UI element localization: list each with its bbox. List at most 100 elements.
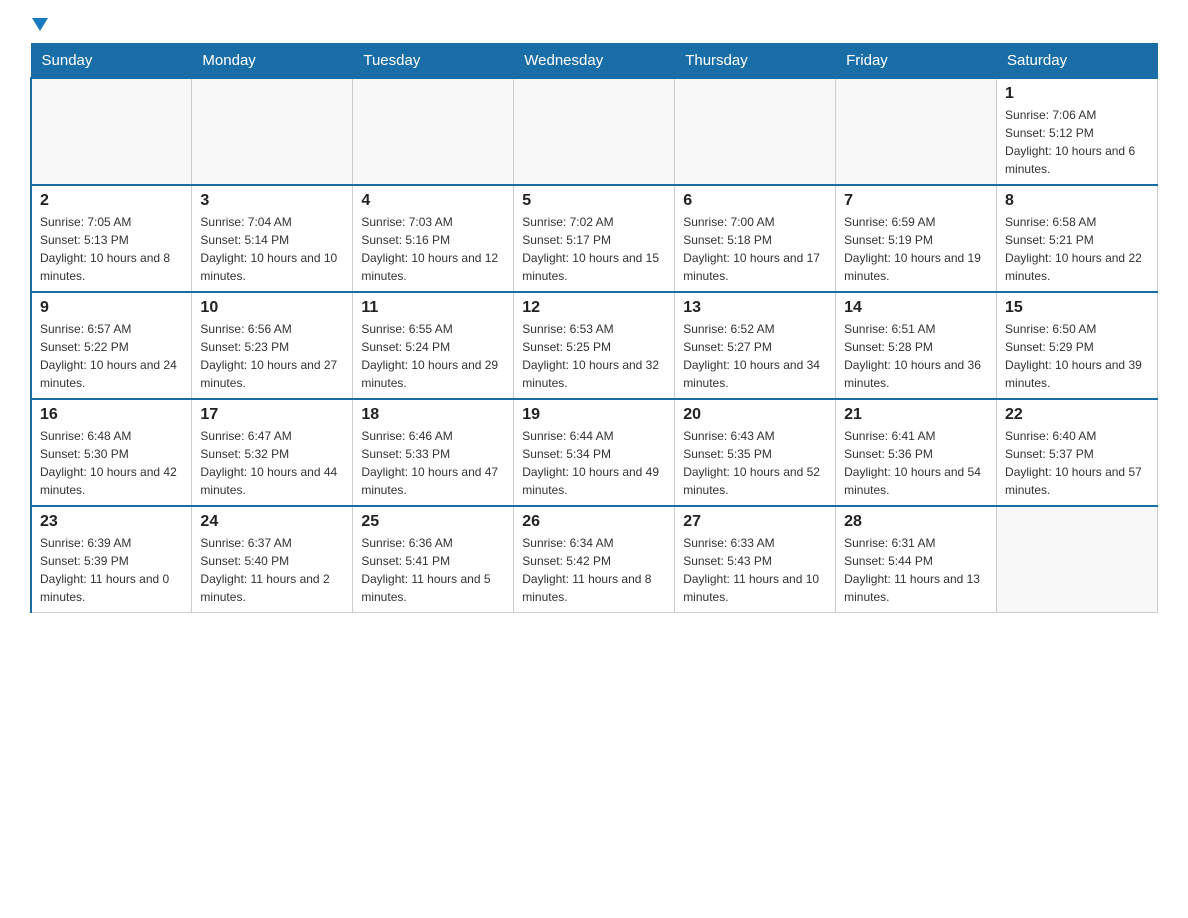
day-info: Sunrise: 6:47 AMSunset: 5:32 PMDaylight:… — [200, 427, 344, 499]
day-number: 28 — [844, 513, 988, 531]
day-number: 8 — [1005, 192, 1149, 210]
calendar-cell: 23 Sunrise: 6:39 AMSunset: 5:39 PMDayligh… — [31, 506, 192, 613]
day-info: Sunrise: 6:52 AMSunset: 5:27 PMDaylight:… — [683, 320, 827, 392]
day-info: Sunrise: 6:58 AMSunset: 5:21 PMDaylight:… — [1005, 213, 1149, 285]
day-number: 14 — [844, 299, 988, 317]
calendar-cell — [192, 78, 353, 185]
weekday-header-row: SundayMondayTuesdayWednesdayThursdayFrid… — [31, 44, 1158, 79]
weekday-header-thursday: Thursday — [675, 44, 836, 79]
calendar-header: SundayMondayTuesdayWednesdayThursdayFrid… — [31, 44, 1158, 79]
day-info: Sunrise: 7:04 AMSunset: 5:14 PMDaylight:… — [200, 213, 344, 285]
calendar-cell — [353, 78, 514, 185]
day-number: 13 — [683, 299, 827, 317]
calendar-cell: 13 Sunrise: 6:52 AMSunset: 5:27 PMDayligh… — [675, 292, 836, 399]
day-info: Sunrise: 6:43 AMSunset: 5:35 PMDaylight:… — [683, 427, 827, 499]
day-number: 27 — [683, 513, 827, 531]
day-info: Sunrise: 6:56 AMSunset: 5:23 PMDaylight:… — [200, 320, 344, 392]
calendar-body: 1 Sunrise: 7:06 AMSunset: 5:12 PMDaylight… — [31, 78, 1158, 613]
day-info: Sunrise: 7:06 AMSunset: 5:12 PMDaylight:… — [1005, 106, 1149, 178]
day-number: 25 — [361, 513, 505, 531]
calendar-cell: 24 Sunrise: 6:37 AMSunset: 5:40 PMDayligh… — [192, 506, 353, 613]
calendar-cell: 9Sunrise: 6:57 AMSunset: 5:22 PMDaylight… — [31, 292, 192, 399]
day-number: 26 — [522, 513, 666, 531]
weekday-header-wednesday: Wednesday — [514, 44, 675, 79]
day-number: 18 — [361, 406, 505, 424]
weekday-header-saturday: Saturday — [997, 44, 1158, 79]
day-info: Sunrise: 6:55 AMSunset: 5:24 PMDaylight:… — [361, 320, 505, 392]
day-number: 24 — [200, 513, 344, 531]
day-info: Sunrise: 6:53 AMSunset: 5:25 PMDaylight:… — [522, 320, 666, 392]
day-info: Sunrise: 7:03 AMSunset: 5:16 PMDaylight:… — [361, 213, 505, 285]
calendar-week-row: 9Sunrise: 6:57 AMSunset: 5:22 PMDaylight… — [31, 292, 1158, 399]
day-info: Sunrise: 6:34 AMSunset: 5:42 PMDaylight:… — [522, 534, 666, 606]
calendar-cell: 21Sunrise: 6:41 AMSunset: 5:36 PMDayligh… — [836, 399, 997, 506]
day-number: 7 — [844, 192, 988, 210]
calendar-cell: 2 Sunrise: 7:05 AMSunset: 5:13 PMDaylight… — [31, 185, 192, 292]
calendar-cell: 5 Sunrise: 7:02 AMSunset: 5:17 PMDaylight… — [514, 185, 675, 292]
calendar-cell: 17 Sunrise: 6:47 AMSunset: 5:32 PMDayligh… — [192, 399, 353, 506]
day-info: Sunrise: 6:51 AMSunset: 5:28 PMDaylight:… — [844, 320, 988, 392]
calendar-week-row: 1 Sunrise: 7:06 AMSunset: 5:12 PMDaylight… — [31, 78, 1158, 185]
day-info: Sunrise: 6:59 AMSunset: 5:19 PMDaylight:… — [844, 213, 988, 285]
day-number: 19 — [522, 406, 666, 424]
calendar-cell: 11Sunrise: 6:55 AMSunset: 5:24 PMDayligh… — [353, 292, 514, 399]
logo-triangle-icon — [32, 18, 48, 31]
day-number: 1 — [1005, 85, 1149, 103]
day-number: 20 — [683, 406, 827, 424]
calendar-cell: 18 Sunrise: 6:46 AMSunset: 5:33 PMDayligh… — [353, 399, 514, 506]
day-info: Sunrise: 6:48 AMSunset: 5:30 PMDaylight:… — [40, 427, 183, 499]
calendar-cell: 25Sunrise: 6:36 AMSunset: 5:41 PMDayligh… — [353, 506, 514, 613]
logo — [30, 20, 48, 33]
calendar-week-row: 16Sunrise: 6:48 AMSunset: 5:30 PMDayligh… — [31, 399, 1158, 506]
day-number: 23 — [40, 513, 183, 531]
day-number: 10 — [200, 299, 344, 317]
calendar-cell: 22 Sunrise: 6:40 AMSunset: 5:37 PMDayligh… — [997, 399, 1158, 506]
weekday-header-tuesday: Tuesday — [353, 44, 514, 79]
calendar-cell: 7 Sunrise: 6:59 AMSunset: 5:19 PMDaylight… — [836, 185, 997, 292]
calendar-cell: 20 Sunrise: 6:43 AMSunset: 5:35 PMDayligh… — [675, 399, 836, 506]
calendar-cell: 19Sunrise: 6:44 AMSunset: 5:34 PMDayligh… — [514, 399, 675, 506]
day-number: 15 — [1005, 299, 1149, 317]
day-number: 21 — [844, 406, 988, 424]
day-number: 4 — [361, 192, 505, 210]
calendar-cell — [836, 78, 997, 185]
day-info: Sunrise: 6:40 AMSunset: 5:37 PMDaylight:… — [1005, 427, 1149, 499]
calendar-cell: 4 Sunrise: 7:03 AMSunset: 5:16 PMDaylight… — [353, 185, 514, 292]
calendar-cell — [675, 78, 836, 185]
day-number: 6 — [683, 192, 827, 210]
day-info: Sunrise: 7:05 AMSunset: 5:13 PMDaylight:… — [40, 213, 183, 285]
calendar-cell: 15Sunrise: 6:50 AMSunset: 5:29 PMDayligh… — [997, 292, 1158, 399]
weekday-header-monday: Monday — [192, 44, 353, 79]
calendar-cell: 27 Sunrise: 6:33 AMSunset: 5:43 PMDayligh… — [675, 506, 836, 613]
calendar-cell: 6 Sunrise: 7:00 AMSunset: 5:18 PMDaylight… — [675, 185, 836, 292]
calendar-cell: 8 Sunrise: 6:58 AMSunset: 5:21 PMDaylight… — [997, 185, 1158, 292]
weekday-header-sunday: Sunday — [31, 44, 192, 79]
day-info: Sunrise: 6:39 AMSunset: 5:39 PMDaylight:… — [40, 534, 183, 606]
calendar-cell: 26 Sunrise: 6:34 AMSunset: 5:42 PMDayligh… — [514, 506, 675, 613]
day-info: Sunrise: 6:31 AMSunset: 5:44 PMDaylight:… — [844, 534, 988, 606]
calendar-cell — [997, 506, 1158, 613]
day-info: Sunrise: 6:33 AMSunset: 5:43 PMDaylight:… — [683, 534, 827, 606]
calendar-table: SundayMondayTuesdayWednesdayThursdayFrid… — [30, 43, 1158, 613]
calendar-cell — [514, 78, 675, 185]
day-info: Sunrise: 7:02 AMSunset: 5:17 PMDaylight:… — [522, 213, 666, 285]
calendar-cell: 1 Sunrise: 7:06 AMSunset: 5:12 PMDaylight… — [997, 78, 1158, 185]
day-number: 3 — [200, 192, 344, 210]
day-number: 5 — [522, 192, 666, 210]
calendar-cell — [31, 78, 192, 185]
day-info: Sunrise: 6:46 AMSunset: 5:33 PMDaylight:… — [361, 427, 505, 499]
calendar-cell: 14 Sunrise: 6:51 AMSunset: 5:28 PMDayligh… — [836, 292, 997, 399]
calendar-cell: 3 Sunrise: 7:04 AMSunset: 5:14 PMDaylight… — [192, 185, 353, 292]
day-info: Sunrise: 7:00 AMSunset: 5:18 PMDaylight:… — [683, 213, 827, 285]
day-number: 22 — [1005, 406, 1149, 424]
day-number: 12 — [522, 299, 666, 317]
day-number: 17 — [200, 406, 344, 424]
day-number: 9 — [40, 299, 183, 317]
calendar-cell: 16Sunrise: 6:48 AMSunset: 5:30 PMDayligh… — [31, 399, 192, 506]
day-info: Sunrise: 6:37 AMSunset: 5:40 PMDaylight:… — [200, 534, 344, 606]
day-number: 2 — [40, 192, 183, 210]
calendar-week-row: 2 Sunrise: 7:05 AMSunset: 5:13 PMDaylight… — [31, 185, 1158, 292]
page-header — [30, 20, 1158, 33]
calendar-week-row: 23 Sunrise: 6:39 AMSunset: 5:39 PMDayligh… — [31, 506, 1158, 613]
weekday-header-friday: Friday — [836, 44, 997, 79]
